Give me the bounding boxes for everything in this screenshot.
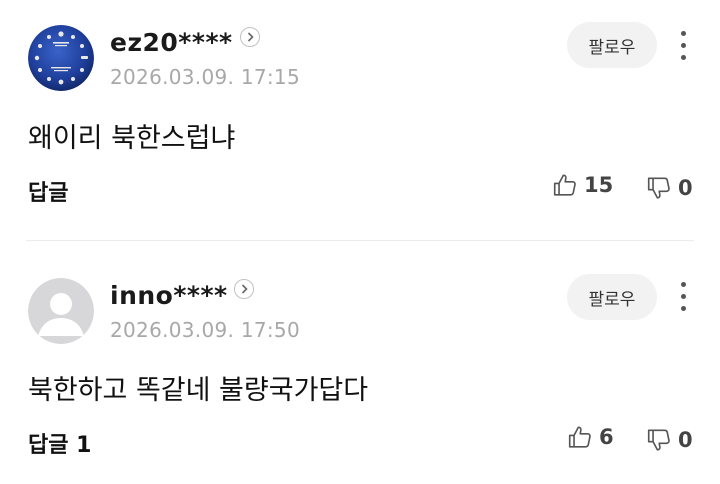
like-button[interactable]: 6 bbox=[567, 424, 614, 450]
thumbs-up-icon bbox=[553, 174, 576, 196]
thumbs-down-icon bbox=[647, 429, 670, 451]
comment-item: inno**** 2026.03.09. 17:50 팔로우 북한하고 똑같네 … bbox=[0, 241, 720, 484]
like-count: 6 bbox=[599, 425, 614, 449]
username[interactable]: inno**** bbox=[110, 281, 228, 310]
thumbs-down-icon bbox=[647, 177, 670, 199]
watch-dial-avatar-icon[interactable] bbox=[28, 25, 94, 91]
more-options-icon[interactable] bbox=[674, 29, 694, 63]
like-count: 15 bbox=[584, 173, 614, 197]
like-button[interactable]: 15 bbox=[552, 172, 613, 198]
reply-button[interactable]: 답글 bbox=[28, 175, 68, 207]
follow-button[interactable]: 팔로우 bbox=[567, 274, 657, 320]
comment-date: 2026.03.09. 17:15 bbox=[110, 65, 300, 89]
dislike-count: 0 bbox=[678, 428, 693, 452]
comment-date: 2026.03.09. 17:50 bbox=[110, 318, 300, 342]
follow-button[interactable]: 팔로우 bbox=[567, 22, 657, 68]
username[interactable]: ez20**** bbox=[110, 28, 233, 57]
default-user-avatar-icon[interactable] bbox=[28, 278, 94, 344]
chevron-right-icon[interactable] bbox=[234, 279, 254, 299]
chevron-right-icon[interactable] bbox=[240, 27, 260, 47]
dislike-count: 0 bbox=[678, 176, 693, 200]
reply-button[interactable]: 답글 1 bbox=[28, 427, 91, 459]
comment-item: ez20**** 2026.03.09. 17:15 팔로우 왜이리 북한스럽냐… bbox=[0, 0, 720, 240]
dislike-button[interactable]: 0 bbox=[646, 175, 693, 201]
thumbs-up-icon bbox=[568, 426, 591, 448]
comment-text: 왜이리 북한스럽냐 bbox=[28, 123, 236, 154]
more-options-icon[interactable] bbox=[674, 280, 694, 314]
comment-text: 북한하고 똑같네 불량국가답다 bbox=[28, 375, 369, 406]
dislike-button[interactable]: 0 bbox=[646, 427, 693, 453]
